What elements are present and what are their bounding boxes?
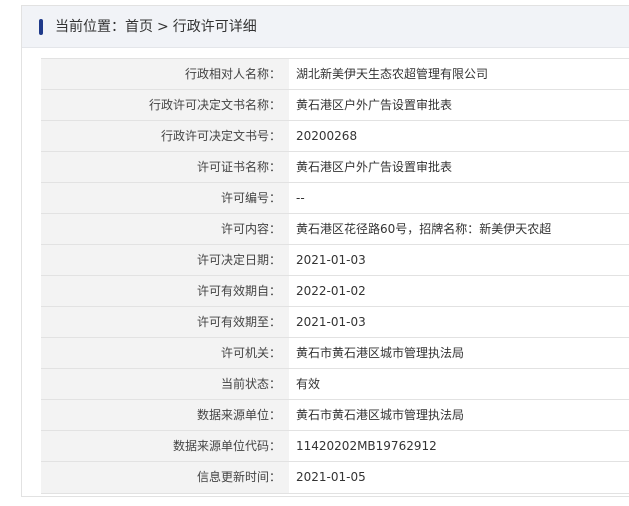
field-value: 湖北新美伊天生态农超管理有限公司 xyxy=(296,67,489,81)
field-label: 行政许可决定文书名称： xyxy=(41,90,289,120)
field-value: 2021-01-05 xyxy=(296,470,366,484)
breadcrumb-home-link[interactable]: 首页 xyxy=(125,17,153,37)
field-label: 许可内容： xyxy=(41,214,289,244)
field-label: 数据来源单位代码： xyxy=(41,431,289,461)
field-label: 信息更新时间： xyxy=(41,462,289,493)
field-label: 许可有效期至： xyxy=(41,307,289,337)
table-row: 行政许可决定文书号： 20200268 xyxy=(41,121,629,152)
field-value: 2021-01-03 xyxy=(296,315,366,329)
field-value: 11420202MB19762912 xyxy=(296,439,437,453)
table-row: 当前状态： 有效 xyxy=(41,369,629,400)
detail-table: 行政相对人名称： 湖北新美伊天生态农超管理有限公司 行政许可决定文书名称： 黄石… xyxy=(41,58,629,494)
table-row: 行政许可决定文书名称： 黄石港区户外广告设置审批表 xyxy=(41,90,629,121)
table-row: 许可内容： 黄石港区花径路60号，招牌名称：新美伊天农超 xyxy=(41,214,629,245)
field-value: 黄石港区户外广告设置审批表 xyxy=(296,98,453,112)
header-accent-bar xyxy=(39,19,43,35)
field-value: -- xyxy=(296,191,305,205)
table-row: 许可编号： -- xyxy=(41,183,629,214)
table-row: 信息更新时间： 2021-01-05 xyxy=(41,462,629,494)
field-label: 许可证书名称： xyxy=(41,152,289,182)
table-row: 许可有效期自： 2022-01-02 xyxy=(41,276,629,307)
field-value: 2021-01-03 xyxy=(296,253,366,267)
table-row: 数据来源单位： 黄石市黄石港区城市管理执法局 xyxy=(41,400,629,431)
field-label: 许可有效期自： xyxy=(41,276,289,306)
field-value: 黄石市黄石港区城市管理执法局 xyxy=(296,346,465,360)
field-value: 20200268 xyxy=(296,129,358,143)
field-value: 2022-01-02 xyxy=(296,284,366,298)
breadcrumb-separator: > xyxy=(157,19,169,35)
breadcrumb-header: 当前位置：首页 > 行政许可详细 xyxy=(22,6,629,48)
table-row: 行政相对人名称： 湖北新美伊天生态农超管理有限公司 xyxy=(41,59,629,90)
table-row: 数据来源单位代码： 11420202MB19762912 xyxy=(41,431,629,462)
field-label: 当前状态： xyxy=(41,369,289,399)
field-label: 行政许可决定文书号： xyxy=(41,121,289,151)
table-row: 许可决定日期： 2021-01-03 xyxy=(41,245,629,276)
table-row: 许可机关： 黄石市黄石港区城市管理执法局 xyxy=(41,338,629,369)
field-value: 黄石市黄石港区城市管理执法局 xyxy=(296,408,465,422)
detail-panel: 当前位置：首页 > 行政许可详细 行政相对人名称： 湖北新美伊天生态农超管理有限公司… xyxy=(21,5,629,497)
field-label: 许可机关： xyxy=(41,338,289,368)
breadcrumb: 当前位置：首页 > 行政许可详细 xyxy=(55,17,257,37)
field-label: 数据来源单位： xyxy=(41,400,289,430)
field-value: 黄石港区户外广告设置审批表 xyxy=(296,160,453,174)
field-label: 许可决定日期： xyxy=(41,245,289,275)
field-value: 黄石港区花径路60号，招牌名称：新美伊天农超 xyxy=(296,222,552,236)
breadcrumb-current: 行政许可详细 xyxy=(172,19,257,35)
table-row: 许可有效期至： 2021-01-03 xyxy=(41,307,629,338)
field-label: 许可编号： xyxy=(41,183,289,213)
table-row: 许可证书名称： 黄石港区户外广告设置审批表 xyxy=(41,152,629,183)
breadcrumb-prefix: 当前位置： xyxy=(55,19,125,35)
field-label: 行政相对人名称： xyxy=(41,59,289,89)
field-value: 有效 xyxy=(296,377,321,391)
